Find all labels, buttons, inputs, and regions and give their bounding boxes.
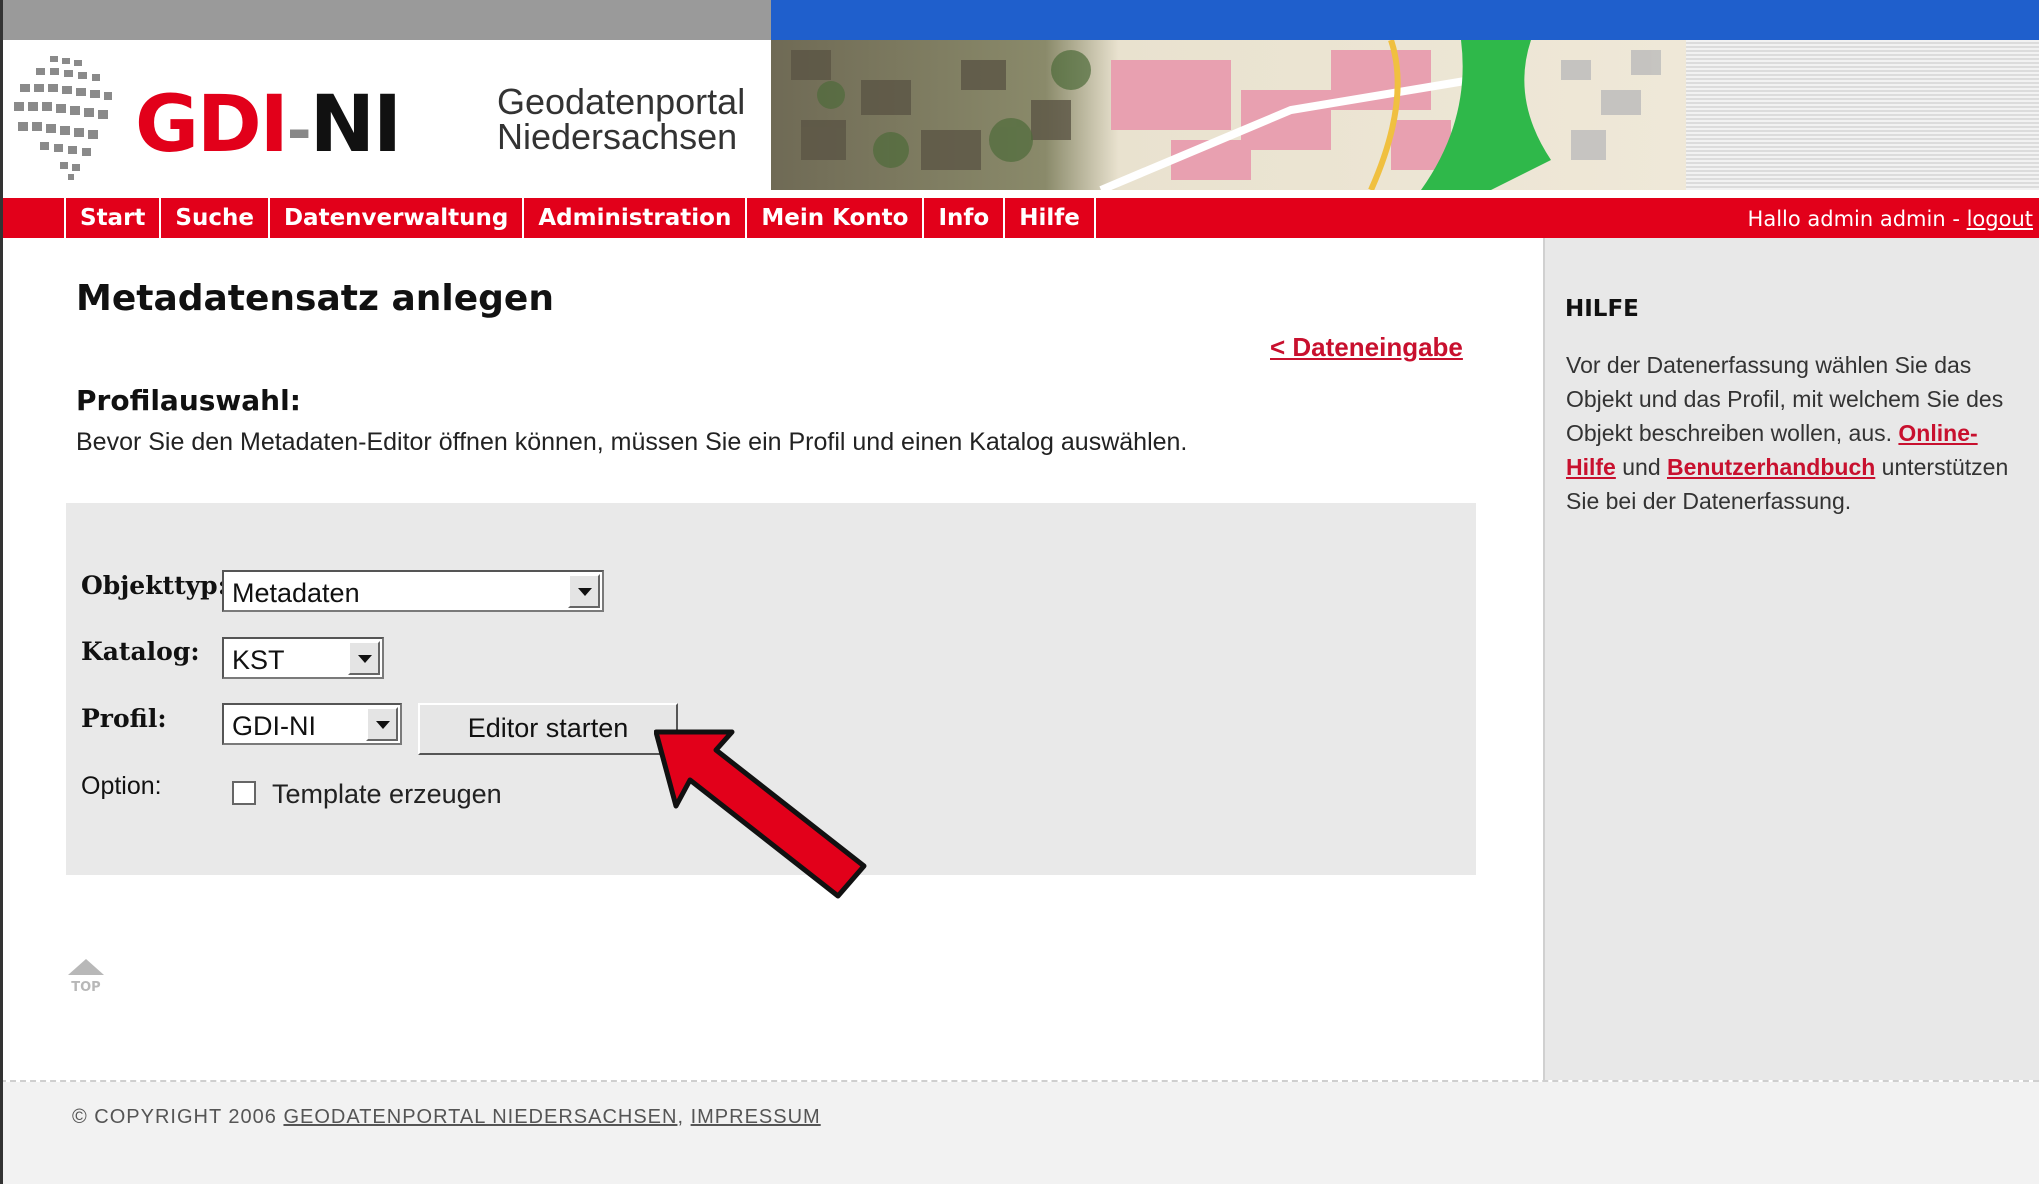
profil-label: Profil: xyxy=(81,704,167,733)
portal-name: Geodatenportal Niedersachsen xyxy=(497,81,746,157)
nav-item-suche[interactable]: Suche xyxy=(159,198,268,238)
objekttyp-label: Objekttyp: xyxy=(81,571,227,600)
copyright-text: COPYRIGHT 2006 xyxy=(87,1106,284,1128)
user-manual-link[interactable]: Benutzerhandbuch xyxy=(1667,454,1875,480)
help-panel: HILFE Vor der Datenerfassung wählen Sie … xyxy=(1543,238,2039,1080)
logo-dot-map-icon xyxy=(14,56,112,180)
chevron-down-icon[interactable] xyxy=(348,641,380,675)
portal-name-line2: Niedersachsen xyxy=(497,116,738,157)
user-greeting: Hallo admin admin - logout xyxy=(1748,198,2033,238)
top-strip-blue xyxy=(771,0,2039,40)
objekttyp-select[interactable]: Metadaten xyxy=(222,570,604,612)
nav-item-administration[interactable]: Administration xyxy=(522,198,745,238)
profil-select[interactable]: GDI-NI xyxy=(222,703,402,745)
intro-text: Bevor Sie den Metadaten-Editor öffnen kö… xyxy=(76,428,1188,456)
back-to-top-icon[interactable]: TOP xyxy=(64,955,108,999)
logo-gdi-text: GDI xyxy=(135,80,289,170)
template-checkbox[interactable] xyxy=(232,781,256,805)
help-text-und: und xyxy=(1615,454,1667,480)
chevron-down-icon[interactable] xyxy=(366,707,398,741)
nav-item-mein-konto[interactable]: Mein Konto xyxy=(745,198,922,238)
logo-dash: - xyxy=(286,96,312,166)
logout-link[interactable]: logout xyxy=(1967,207,2033,231)
impressum-link[interactable]: IMPRESSUM xyxy=(691,1106,821,1128)
copyright-icon: © xyxy=(72,1106,88,1128)
nav-item-datenverwaltung[interactable]: Datenverwaltung xyxy=(267,198,522,238)
nav-item-start[interactable]: Start xyxy=(64,198,159,238)
nav-item-hilfe[interactable]: Hilfe xyxy=(1003,198,1096,238)
editor-start-button[interactable]: Editor starten xyxy=(418,703,678,755)
window-frame-edge xyxy=(0,0,3,1184)
footer: © COPYRIGHT 2006 GEODATENPORTAL NIEDERSA… xyxy=(0,1082,2039,1184)
footer-separator: , xyxy=(677,1106,691,1128)
map-banner-image xyxy=(771,40,1686,190)
logo-wordmark: GDI-NI xyxy=(135,86,402,166)
logo-ni-text: NI xyxy=(309,80,402,170)
option-label: Option: xyxy=(81,772,162,800)
katalog-label: Katalog: xyxy=(81,637,200,666)
top-label: TOP xyxy=(71,980,100,995)
katalog-select[interactable]: KST xyxy=(222,637,384,679)
footer-text: © COPYRIGHT 2006 GEODATENPORTAL NIEDERSA… xyxy=(72,1106,821,1129)
help-text: Vor der Datenerfassung wählen Sie das Ob… xyxy=(1566,348,2026,518)
section-title: Profilauswahl: xyxy=(76,384,301,417)
portal-footer-link[interactable]: GEODATENPORTAL NIEDERSACHSEN xyxy=(283,1106,677,1128)
help-title: HILFE xyxy=(1565,296,1639,322)
main-nav: Start Suche Datenverwaltung Administrati… xyxy=(0,198,2039,238)
top-strip-grey xyxy=(0,0,771,40)
nav-item-info[interactable]: Info xyxy=(922,198,1003,238)
chevron-down-icon[interactable] xyxy=(568,574,600,608)
katalog-value: KST xyxy=(232,645,285,675)
template-checkbox-label[interactable]: Template erzeugen xyxy=(272,779,502,810)
banner-fade xyxy=(1686,40,2039,190)
annotation-arrow-icon xyxy=(654,729,867,899)
greeting-text: Hallo admin admin - xyxy=(1747,207,1967,231)
objekttyp-value: Metadaten xyxy=(232,578,360,608)
profil-value: GDI-NI xyxy=(232,711,316,741)
page-title: Metadatensatz anlegen xyxy=(76,278,554,319)
back-to-dateneingabe-link[interactable]: < Dateneingabe xyxy=(1270,332,1463,363)
header: GDI-NI Geodatenportal Niedersachsen xyxy=(0,40,2039,198)
portal-name-line1: Geodatenportal xyxy=(497,81,746,122)
